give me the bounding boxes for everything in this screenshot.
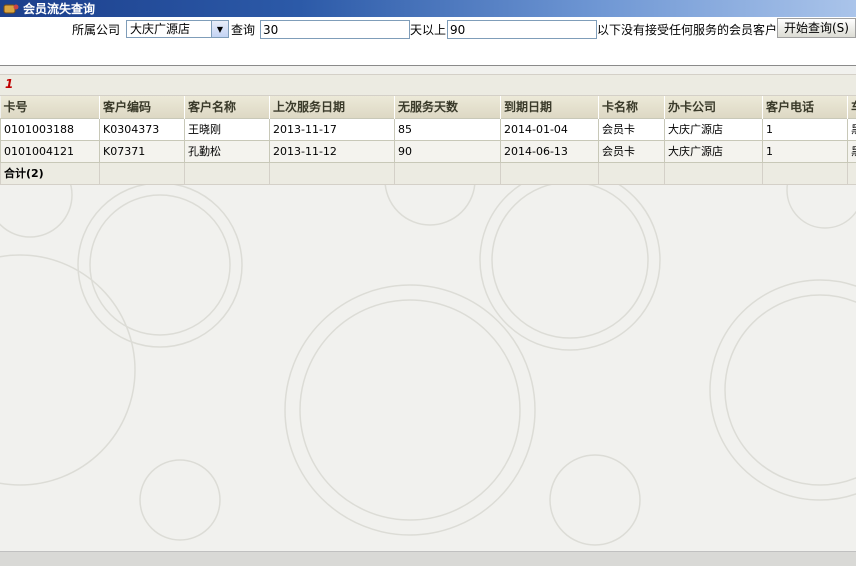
column-header[interactable]: 办卡公司 — [665, 96, 763, 118]
company-select-value: 大庆广源店 — [130, 21, 190, 37]
column-header[interactable]: 卡号 — [1, 96, 100, 118]
column-header[interactable]: 到期日期 — [501, 96, 599, 118]
table-cell: 孔勤松 — [185, 140, 270, 162]
window-titlebar: 会员流失查询 — [0, 0, 856, 17]
column-header[interactable]: 车 — [848, 96, 856, 118]
table-cell — [395, 162, 501, 184]
chevron-down-icon[interactable]: ▼ — [211, 21, 228, 37]
table-cell — [599, 162, 665, 184]
table-cell: 大庆广源店 — [665, 118, 763, 140]
table-cell: 会员卡 — [599, 140, 665, 162]
column-header[interactable]: 客户编码 — [100, 96, 185, 118]
table-cell: 0101004121 — [1, 140, 100, 162]
table-total-row: 合计(2) — [1, 162, 856, 184]
page-number[interactable]: 1 — [5, 77, 13, 91]
table-cell — [848, 162, 856, 184]
table-cell: 85 — [395, 118, 501, 140]
table-cell: 王晓刚 — [185, 118, 270, 140]
table-cell: 0101003188 — [1, 118, 100, 140]
days-from-input[interactable] — [260, 20, 410, 39]
table-cell: 黑 — [848, 118, 856, 140]
days-label: 天以上 — [410, 22, 446, 38]
table-cell: 会员卡 — [599, 118, 665, 140]
filter-bar: 所属公司 大庆广源店 ▼ 查询 天以上 以下没有接受任何服务的会员客户 开始查询… — [0, 17, 856, 66]
column-header[interactable]: 客户名称 — [185, 96, 270, 118]
table-row[interactable]: 0101004121 K07371 孔勤松 2013-11-12 90 2014… — [1, 140, 856, 162]
table-cell: 2014-01-04 — [501, 118, 599, 140]
table-cell: 大庆广源店 — [665, 140, 763, 162]
suffix-label: 以下没有接受任何服务的会员客户 — [597, 22, 777, 38]
table-cell: 90 — [395, 140, 501, 162]
table-cell — [185, 162, 270, 184]
query-label: 查询 — [231, 22, 255, 38]
company-label: 所属公司 — [72, 22, 120, 38]
total-label: 合计(2) — [1, 162, 100, 184]
table-cell: 黑 — [848, 140, 856, 162]
column-header[interactable]: 无服务天数 — [395, 96, 501, 118]
table-header-row: 卡号 客户编码 客户名称 上次服务日期 无服务天数 到期日期 卡名称 办卡公司 … — [1, 96, 856, 118]
table-cell — [270, 162, 395, 184]
table-cell — [501, 162, 599, 184]
table-cell — [665, 162, 763, 184]
table-cell: 1 — [763, 118, 848, 140]
table-cell: 2013-11-12 — [270, 140, 395, 162]
table-cell: 2013-11-17 — [270, 118, 395, 140]
table-row[interactable]: 0101003188 K0304373 王晓刚 2013-11-17 85 20… — [1, 118, 856, 140]
results-table: 卡号 客户编码 客户名称 上次服务日期 无服务天数 到期日期 卡名称 办卡公司 … — [0, 96, 856, 185]
days-to-input[interactable] — [447, 20, 597, 39]
column-header[interactable]: 上次服务日期 — [270, 96, 395, 118]
table-cell — [100, 162, 185, 184]
pager-bar: 1 — [0, 74, 856, 96]
table-cell — [763, 162, 848, 184]
company-select[interactable]: 大庆广源店 ▼ — [126, 20, 229, 38]
column-header[interactable]: 卡名称 — [599, 96, 665, 118]
start-query-button[interactable]: 开始查询(S) — [777, 18, 856, 38]
table-cell: 2014-06-13 — [501, 140, 599, 162]
app-icon — [3, 2, 19, 16]
table-cell: 1 — [763, 140, 848, 162]
table-cell: K0304373 — [100, 118, 185, 140]
window-title: 会员流失查询 — [23, 0, 95, 17]
status-bar — [0, 551, 856, 566]
column-header[interactable]: 客户电话 — [763, 96, 848, 118]
table-cell: K07371 — [100, 140, 185, 162]
